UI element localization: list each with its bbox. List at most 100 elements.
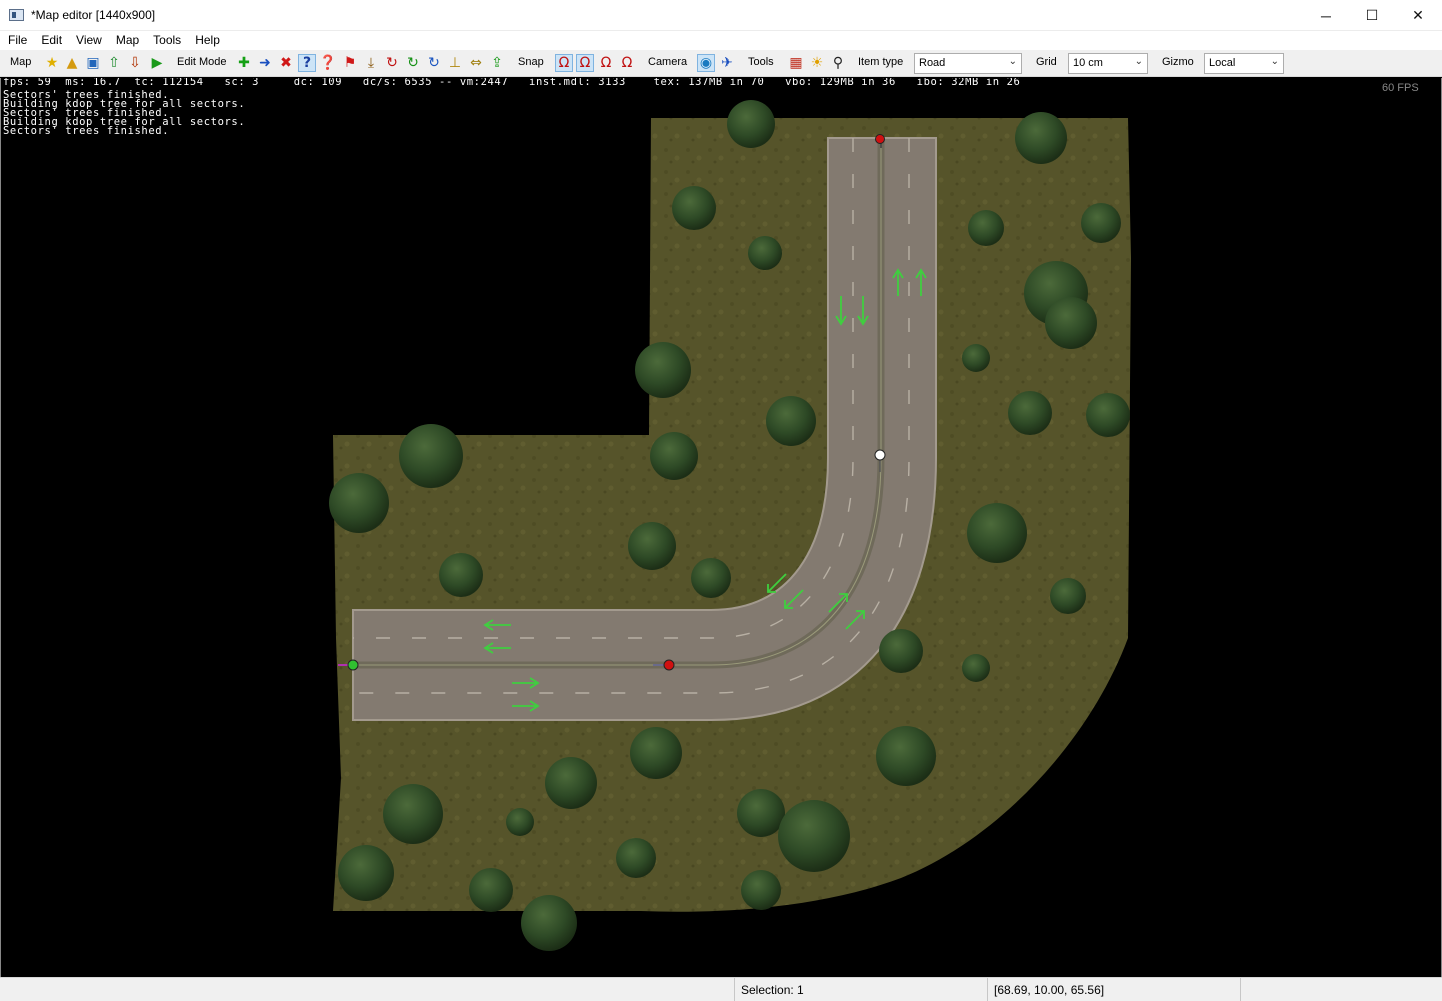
chevron-down-icon: ⌄: [1008, 56, 1017, 67]
maximize-button[interactable]: ☐: [1349, 0, 1395, 31]
flag-icon[interactable]: ⚑: [341, 54, 359, 72]
rotate-x-icon[interactable]: ↻: [383, 54, 401, 72]
close-button[interactable]: ✕: [1395, 0, 1441, 31]
tree: [748, 236, 782, 270]
menu-map[interactable]: Map: [108, 31, 145, 50]
drop-down-icon[interactable]: ⤓: [362, 54, 380, 72]
tree: [691, 558, 731, 598]
select-question-icon[interactable]: ?: [298, 54, 316, 72]
gizmo-value: Local: [1209, 57, 1236, 69]
item-type-select[interactable]: Road ⌄: [914, 53, 1022, 74]
tree: [630, 727, 682, 779]
tree: [616, 838, 656, 878]
snap-grid-magnet-icon[interactable]: Ω: [597, 54, 615, 72]
tree: [741, 870, 781, 910]
tree: [338, 845, 394, 901]
tree: [1045, 297, 1097, 349]
status-bar: Selection: 1 [68.69, 10.00, 65.56]: [0, 977, 1442, 1001]
save-disk-icon[interactable]: ▣: [84, 54, 102, 72]
tree: [545, 757, 597, 809]
add-item-icon[interactable]: ✚: [235, 54, 253, 72]
camera-label: Camera: [648, 56, 688, 68]
map-viewport[interactable]: fps: 59 ms: 16.7 tc: 112154 sc: 3 dc: 10…: [0, 78, 1442, 977]
tree: [879, 629, 923, 673]
delete-x-icon[interactable]: ✖: [277, 54, 295, 72]
tree: [876, 726, 936, 786]
tree: [1008, 391, 1052, 435]
snap-label: Snap: [518, 56, 544, 68]
menu-bar: File Edit View Map Tools Help: [0, 31, 1442, 50]
menu-view[interactable]: View: [68, 31, 108, 50]
sun-icon[interactable]: ☀: [808, 54, 826, 72]
menu-tools[interactable]: Tools: [145, 31, 187, 50]
rotate-y-icon[interactable]: ↻: [404, 54, 422, 72]
menu-edit[interactable]: Edit: [33, 31, 68, 50]
help-circle-icon[interactable]: ❓: [319, 54, 337, 72]
node-green-start[interactable]: [347, 659, 359, 671]
tree: [650, 432, 698, 480]
menu-help[interactable]: Help: [187, 31, 226, 50]
new-map-star-icon[interactable]: ★: [43, 54, 61, 72]
chevron-down-icon: ⌄: [1134, 56, 1143, 67]
tools-label: Tools: [748, 56, 774, 68]
tree: [383, 784, 443, 844]
window-title: *Map editor [1440x900]: [31, 8, 156, 22]
toolbar: Map ★ ▲ ▣ ⇧ ⇩ ▶ Edit Mode ✚ ➜ ✖ ? ❓ ⚑ ⤓ …: [0, 50, 1442, 77]
grid-tool-icon[interactable]: ▦: [787, 54, 805, 72]
gizmo-select[interactable]: Local ⌄: [1204, 53, 1284, 74]
tree: [469, 868, 513, 912]
tree: [962, 344, 990, 372]
tree: [635, 342, 691, 398]
chevron-down-icon: ⌄: [1270, 56, 1279, 67]
tree: [766, 396, 816, 446]
tree: [778, 800, 850, 872]
node-red-mid[interactable]: [663, 659, 675, 671]
render-stats: fps: 59 ms: 16.7 tc: 112154 sc: 3 dc: 10…: [3, 78, 1021, 88]
tree: [506, 808, 534, 836]
raise-icon[interactable]: ⇪: [488, 54, 506, 72]
rotate-z-icon[interactable]: ↻: [425, 54, 443, 72]
fps-overlay: 60 FPS: [1382, 82, 1419, 94]
item-type-label: Item type: [858, 56, 904, 68]
export-up-icon[interactable]: ⇧: [105, 54, 123, 72]
node-white-selected[interactable]: [874, 449, 886, 461]
tree: [962, 654, 990, 682]
log-line: Sectors' trees finished.: [3, 125, 170, 137]
import-down-icon[interactable]: ⇩: [126, 54, 144, 72]
tree: [1086, 393, 1130, 437]
globe-camera-icon[interactable]: ◉: [697, 54, 715, 72]
snap-node-magnet-icon[interactable]: Ω: [576, 54, 594, 72]
map-label: Map: [10, 56, 32, 68]
tree: [1015, 112, 1067, 164]
tree: [727, 100, 775, 148]
console-log: Sectors' trees finished. Building kdop t…: [3, 90, 245, 137]
selection-status: Selection: 1: [734, 978, 987, 1001]
tree: [329, 473, 389, 533]
grid-select[interactable]: 10 cm ⌄: [1068, 53, 1148, 74]
edit-mode-label: Edit Mode: [177, 56, 227, 68]
width-icon[interactable]: ⇔: [467, 54, 485, 72]
tree: [737, 789, 785, 837]
snap-angle-magnet-icon[interactable]: Ω: [618, 54, 636, 72]
minimize-button[interactable]: ─: [1303, 0, 1349, 31]
tree: [672, 186, 716, 230]
bird-camera-icon[interactable]: ✈: [718, 54, 736, 72]
menu-file[interactable]: File: [0, 31, 33, 50]
play-icon[interactable]: ▶: [148, 54, 166, 72]
map-scene[interactable]: [1, 78, 1442, 977]
tree: [1081, 203, 1121, 243]
search-icon[interactable]: ⚲: [829, 54, 847, 72]
node-red-end[interactable]: [875, 134, 885, 144]
tree: [628, 522, 676, 570]
grid-value: 10 cm: [1073, 57, 1103, 69]
tree: [439, 553, 483, 597]
stamp-icon[interactable]: ⊥: [446, 54, 464, 72]
move-arrow-icon[interactable]: ➜: [256, 54, 274, 72]
item-type-value: Road: [919, 57, 946, 69]
open-folder-icon[interactable]: ▲: [63, 54, 81, 72]
title-bar: *Map editor [1440x900] ─ ☐ ✕: [0, 0, 1442, 31]
tree: [521, 895, 577, 951]
status-empty-cell: [1240, 978, 1442, 1001]
snap-magnet-icon[interactable]: Ω: [555, 54, 573, 72]
tree: [967, 503, 1027, 563]
